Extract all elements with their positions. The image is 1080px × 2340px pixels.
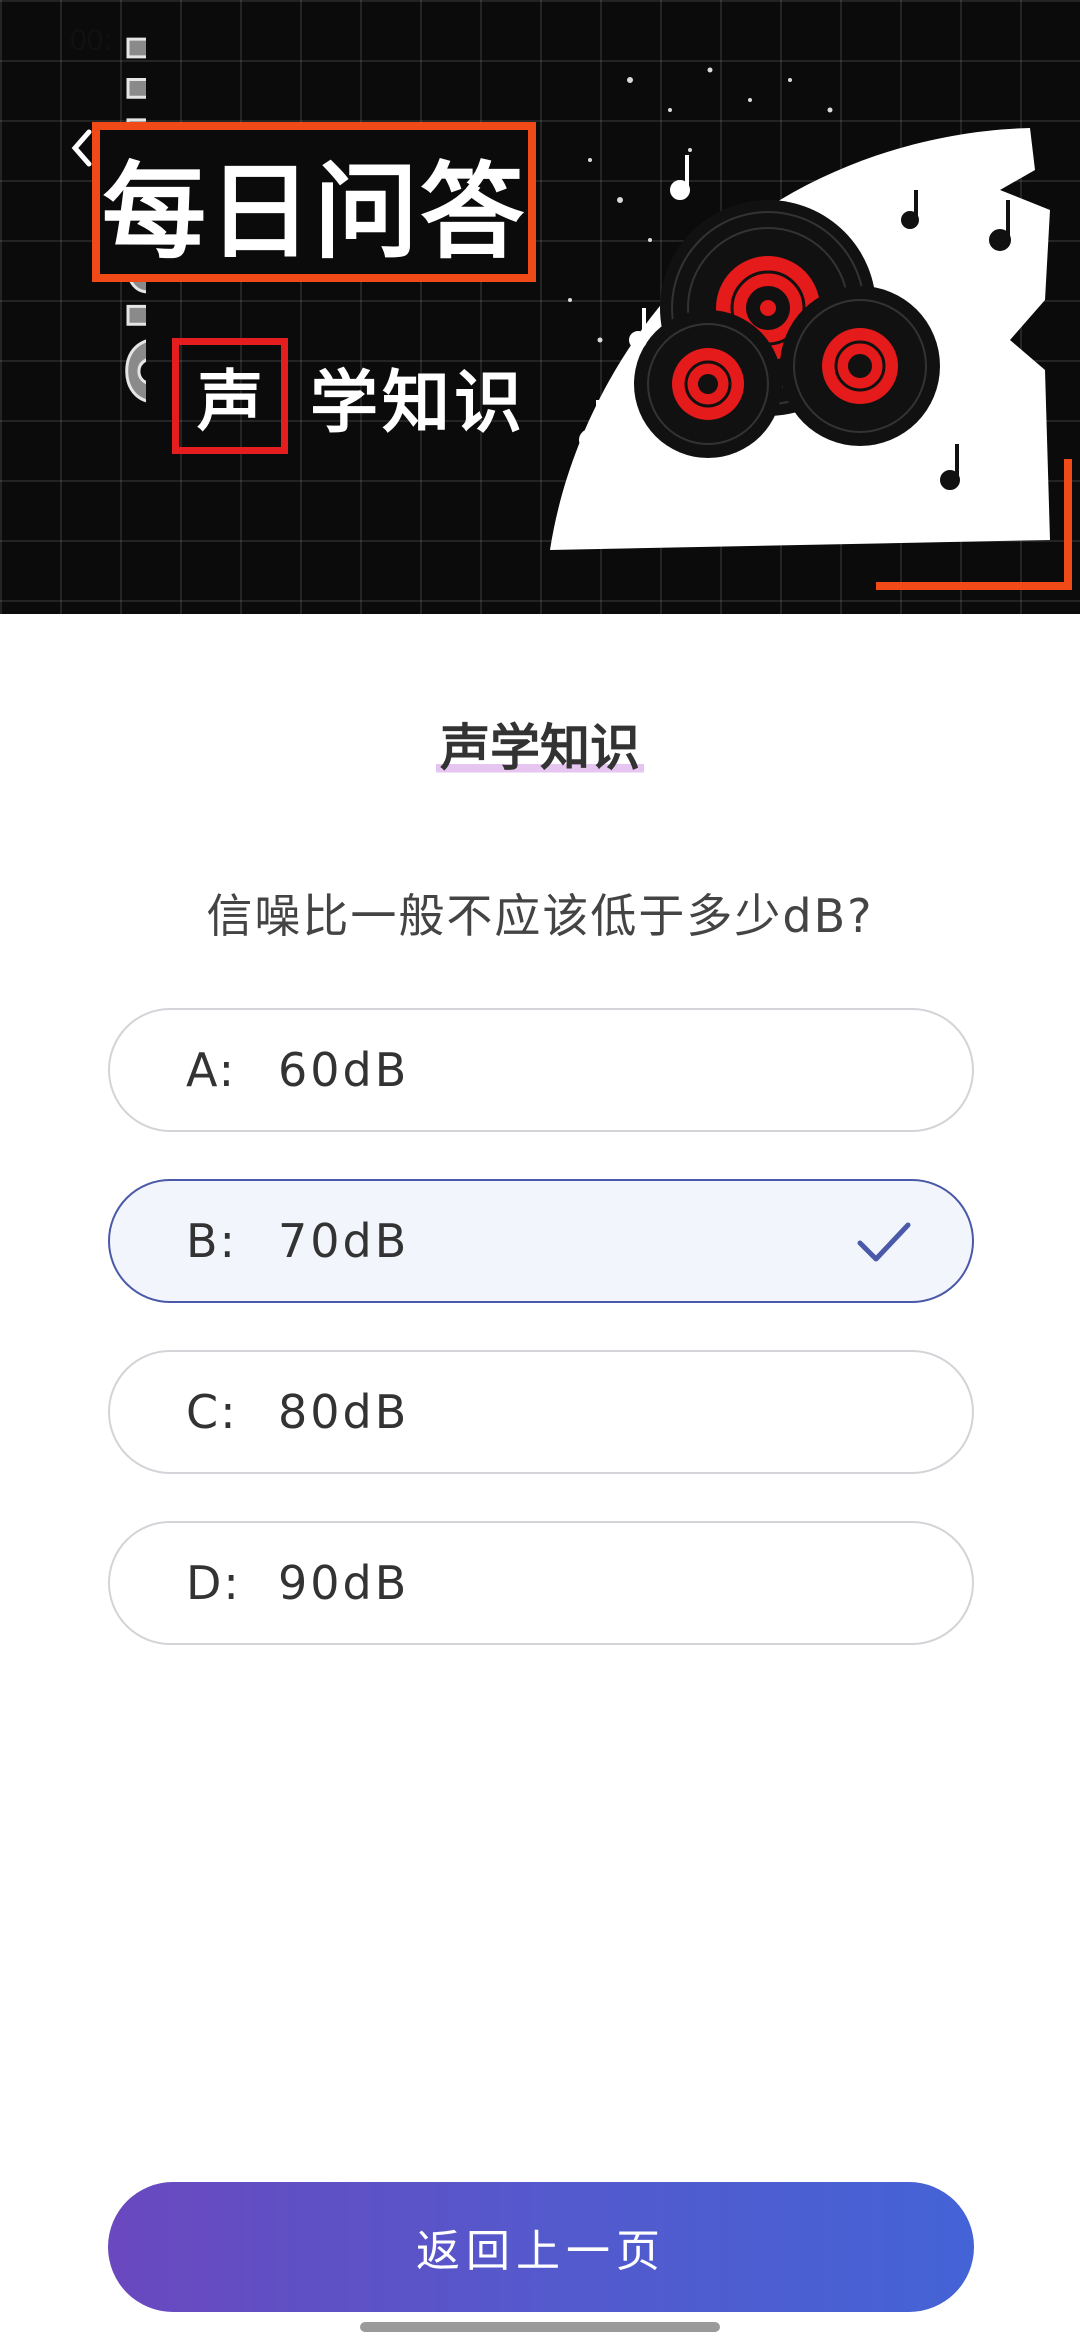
vinyl-record-icon [634, 310, 782, 458]
option-c[interactable]: C: 80dB [108, 1350, 974, 1474]
banner-title-box: 每日问答 [92, 122, 536, 282]
quiz-question: 信噪比一般不应该低于多少dB? [206, 889, 874, 943]
option-letter: B: [186, 1214, 238, 1268]
header-banner: music 00: 每日问答 声 学知识 [0, 0, 1080, 614]
option-letter: C: [186, 1385, 238, 1439]
option-text: 70dB [278, 1214, 410, 1268]
back-to-previous-button[interactable]: 返回上一页 [108, 2182, 974, 2312]
option-b[interactable]: B: 70dB [108, 1179, 974, 1303]
music-vertical-text: music [99, 29, 147, 408]
option-text: 60dB [278, 1043, 410, 1097]
corner-accent [876, 459, 1072, 590]
check-icon [857, 1222, 911, 1262]
option-d[interactable]: D: 90dB [108, 1521, 974, 1645]
vinyl-record-icon [780, 286, 940, 446]
option-text: 90dB [278, 1556, 410, 1610]
answer-options: A: 60dB B: 70dB C: 80dB D: 90dB [108, 1008, 974, 1692]
quiz-title: 声学知识 [0, 708, 1080, 780]
status-time: 00: [70, 24, 112, 57]
option-a[interactable]: A: 60dB [108, 1008, 974, 1132]
option-letter: A: [186, 1043, 237, 1097]
banner-subtitle-boxed-char: 声 [172, 338, 288, 454]
home-indicator[interactable] [360, 2322, 720, 2332]
option-letter: D: [186, 1556, 241, 1610]
banner-title: 每日问答 [101, 150, 526, 273]
banner-subtitle-rest: 学知识 [310, 363, 527, 443]
option-text: 80dB [278, 1385, 410, 1439]
banner-subtitle: 声 学知识 [172, 338, 526, 454]
